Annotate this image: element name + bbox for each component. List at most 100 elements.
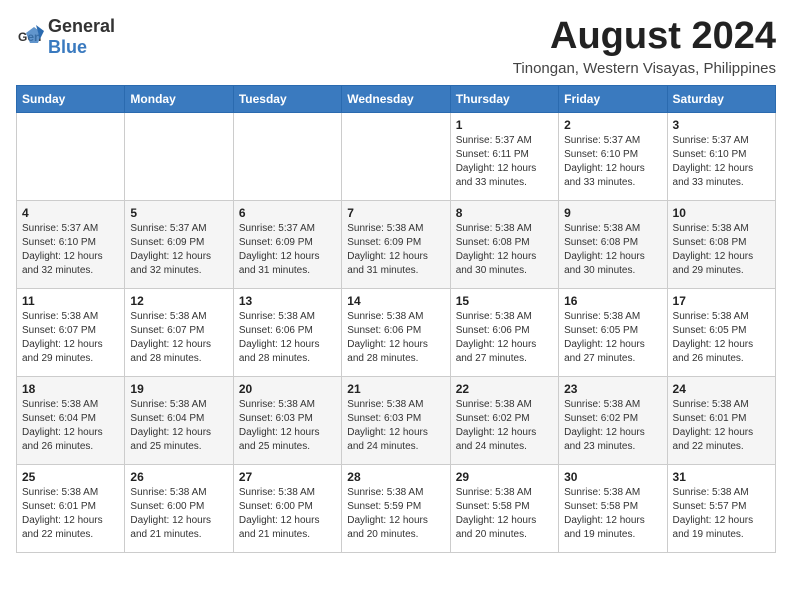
day-number: 16	[564, 294, 661, 308]
day-number: 12	[130, 294, 227, 308]
day-number: 1	[456, 118, 553, 132]
calendar-cell: 9 Sunrise: 5:38 AMSunset: 6:08 PMDaylight…	[559, 200, 667, 288]
day-info: Sunrise: 5:38 AMSunset: 6:05 PMDaylight:…	[673, 310, 770, 366]
day-number: 21	[347, 382, 444, 396]
calendar-cell: 2 Sunrise: 5:37 AMSunset: 6:10 PMDaylight…	[559, 112, 667, 200]
calendar-cell: 29Sunrise: 5:38 AMSunset: 5:58 PMDayligh…	[450, 464, 558, 552]
calendar-cell: 13 Sunrise: 5:38 AMSunset: 6:06 PMDayligh…	[233, 288, 341, 376]
calendar-cell: 23 Sunrise: 5:38 AMSunset: 6:02 PMDayligh…	[559, 376, 667, 464]
day-number: 10	[673, 206, 770, 220]
day-info: Sunrise: 5:38 AMSunset: 5:59 PMDaylight:…	[347, 486, 444, 542]
day-info: Sunrise: 5:38 AMSunset: 6:05 PMDaylight:…	[564, 310, 661, 366]
day-info: Sunrise: 5:38 AMSunset: 6:07 PMDaylight:…	[22, 310, 119, 366]
calendar-cell: 19 Sunrise: 5:38 AMSunset: 6:04 PMDayligh…	[125, 376, 233, 464]
logo-text-blue: Blue	[48, 37, 87, 57]
calendar-cell: 20 Sunrise: 5:38 AMSunset: 6:03 PMDayligh…	[233, 376, 341, 464]
day-info: Sunrise: 5:37 AMSunset: 6:10 PMDaylight:…	[22, 222, 119, 278]
day-number: 9	[564, 206, 661, 220]
calendar-week-5: 25 Sunrise: 5:38 AMSunset: 6:01 PMDayligh…	[17, 464, 776, 552]
day-number: 23	[564, 382, 661, 396]
day-number: 2	[564, 118, 661, 132]
day-number: 18	[22, 382, 119, 396]
calendar-cell: 30 Sunrise: 5:38 AMSunset: 5:58 PMDayligh…	[559, 464, 667, 552]
calendar-week-1: 1 Sunrise: 5:37 AMSunset: 6:11 PMDaylight…	[17, 112, 776, 200]
calendar-cell: 5 Sunrise: 5:37 AMSunset: 6:09 PMDaylight…	[125, 200, 233, 288]
day-info: Sunrise: 5:37 AMSunset: 6:11 PMDaylight:…	[456, 134, 553, 190]
day-number: 30	[564, 470, 661, 484]
day-number: 3	[673, 118, 770, 132]
day-info: Sunrise: 5:38 AMSunset: 6:06 PMDaylight:…	[347, 310, 444, 366]
day-info: Sunrise: 5:38 AMSunset: 5:58 PMDaylight:…	[456, 486, 553, 542]
calendar-cell: 6 Sunrise: 5:37 AMSunset: 6:09 PMDaylight…	[233, 200, 341, 288]
calendar-cell: 14Sunrise: 5:38 AMSunset: 6:06 PMDayligh…	[342, 288, 450, 376]
day-info: Sunrise: 5:38 AMSunset: 6:08 PMDaylight:…	[564, 222, 661, 278]
day-info: Sunrise: 5:38 AMSunset: 6:07 PMDaylight:…	[130, 310, 227, 366]
calendar-week-4: 18 Sunrise: 5:38 AMSunset: 6:04 PMDayligh…	[17, 376, 776, 464]
weekday-header-monday: Monday	[125, 85, 233, 112]
calendar-cell: 7Sunrise: 5:38 AMSunset: 6:09 PMDaylight…	[342, 200, 450, 288]
calendar-header: SundayMondayTuesdayWednesdayThursdayFrid…	[17, 85, 776, 112]
day-number: 15	[456, 294, 553, 308]
day-number: 5	[130, 206, 227, 220]
location-subtitle: Tinongan, Western Visayas, Philippines	[513, 60, 776, 77]
day-number: 6	[239, 206, 336, 220]
logo-icon: Gen	[16, 23, 44, 51]
day-info: Sunrise: 5:38 AMSunset: 5:58 PMDaylight:…	[564, 486, 661, 542]
day-info: Sunrise: 5:38 AMSunset: 6:03 PMDaylight:…	[239, 398, 336, 454]
calendar-cell: 11Sunrise: 5:38 AMSunset: 6:07 PMDayligh…	[17, 288, 125, 376]
day-info: Sunrise: 5:38 AMSunset: 6:00 PMDaylight:…	[130, 486, 227, 542]
day-info: Sunrise: 5:37 AMSunset: 6:10 PMDaylight:…	[673, 134, 770, 190]
day-number: 19	[130, 382, 227, 396]
weekday-header-sunday: Sunday	[17, 85, 125, 112]
day-info: Sunrise: 5:37 AMSunset: 6:09 PMDaylight:…	[239, 222, 336, 278]
weekday-header-tuesday: Tuesday	[233, 85, 341, 112]
title-section: August 2024 Tinongan, Western Visayas, P…	[513, 16, 776, 77]
weekday-header-friday: Friday	[559, 85, 667, 112]
calendar-cell: 4Sunrise: 5:37 AMSunset: 6:10 PMDaylight…	[17, 200, 125, 288]
calendar-week-3: 11Sunrise: 5:38 AMSunset: 6:07 PMDayligh…	[17, 288, 776, 376]
day-number: 24	[673, 382, 770, 396]
day-info: Sunrise: 5:37 AMSunset: 6:09 PMDaylight:…	[130, 222, 227, 278]
day-info: Sunrise: 5:38 AMSunset: 6:06 PMDaylight:…	[239, 310, 336, 366]
day-info: Sunrise: 5:38 AMSunset: 6:03 PMDaylight:…	[347, 398, 444, 454]
day-number: 8	[456, 206, 553, 220]
calendar-cell: 24 Sunrise: 5:38 AMSunset: 6:01 PMDayligh…	[667, 376, 775, 464]
calendar-cell: 31Sunrise: 5:38 AMSunset: 5:57 PMDayligh…	[667, 464, 775, 552]
calendar-cell: 28Sunrise: 5:38 AMSunset: 5:59 PMDayligh…	[342, 464, 450, 552]
calendar-cell: 12 Sunrise: 5:38 AMSunset: 6:07 PMDayligh…	[125, 288, 233, 376]
calendar-cell: 21 Sunrise: 5:38 AMSunset: 6:03 PMDayligh…	[342, 376, 450, 464]
weekday-header-wednesday: Wednesday	[342, 85, 450, 112]
calendar-cell: 15 Sunrise: 5:38 AMSunset: 6:06 PMDayligh…	[450, 288, 558, 376]
day-info: Sunrise: 5:38 AMSunset: 6:04 PMDaylight:…	[130, 398, 227, 454]
day-info: Sunrise: 5:38 AMSunset: 6:08 PMDaylight:…	[456, 222, 553, 278]
calendar-cell: 3 Sunrise: 5:37 AMSunset: 6:10 PMDaylight…	[667, 112, 775, 200]
day-number: 20	[239, 382, 336, 396]
day-info: Sunrise: 5:38 AMSunset: 5:57 PMDaylight:…	[673, 486, 770, 542]
calendar-table: SundayMondayTuesdayWednesdayThursdayFrid…	[16, 85, 776, 553]
day-number: 27	[239, 470, 336, 484]
calendar-cell: 16 Sunrise: 5:38 AMSunset: 6:05 PMDayligh…	[559, 288, 667, 376]
day-number: 13	[239, 294, 336, 308]
day-info: Sunrise: 5:38 AMSunset: 6:00 PMDaylight:…	[239, 486, 336, 542]
calendar-cell: 17Sunrise: 5:38 AMSunset: 6:05 PMDayligh…	[667, 288, 775, 376]
calendar-cell: 1 Sunrise: 5:37 AMSunset: 6:11 PMDaylight…	[450, 112, 558, 200]
calendar-body: 1 Sunrise: 5:37 AMSunset: 6:11 PMDaylight…	[17, 112, 776, 552]
day-info: Sunrise: 5:38 AMSunset: 6:09 PMDaylight:…	[347, 222, 444, 278]
page-header: Gen General Blue August 2024 Tinongan, W…	[16, 16, 776, 77]
day-info: Sunrise: 5:38 AMSunset: 6:02 PMDaylight:…	[564, 398, 661, 454]
day-number: 22	[456, 382, 553, 396]
calendar-cell	[233, 112, 341, 200]
logo: Gen General Blue	[16, 16, 115, 58]
day-info: Sunrise: 5:38 AMSunset: 6:01 PMDaylight:…	[22, 486, 119, 542]
weekday-header-thursday: Thursday	[450, 85, 558, 112]
day-info: Sunrise: 5:37 AMSunset: 6:10 PMDaylight:…	[564, 134, 661, 190]
calendar-cell: 25 Sunrise: 5:38 AMSunset: 6:01 PMDayligh…	[17, 464, 125, 552]
day-info: Sunrise: 5:38 AMSunset: 6:04 PMDaylight:…	[22, 398, 119, 454]
day-number: 26	[130, 470, 227, 484]
day-info: Sunrise: 5:38 AMSunset: 6:01 PMDaylight:…	[673, 398, 770, 454]
calendar-cell	[17, 112, 125, 200]
day-number: 25	[22, 470, 119, 484]
day-info: Sunrise: 5:38 AMSunset: 6:06 PMDaylight:…	[456, 310, 553, 366]
weekday-header-saturday: Saturday	[667, 85, 775, 112]
day-info: Sunrise: 5:38 AMSunset: 6:08 PMDaylight:…	[673, 222, 770, 278]
